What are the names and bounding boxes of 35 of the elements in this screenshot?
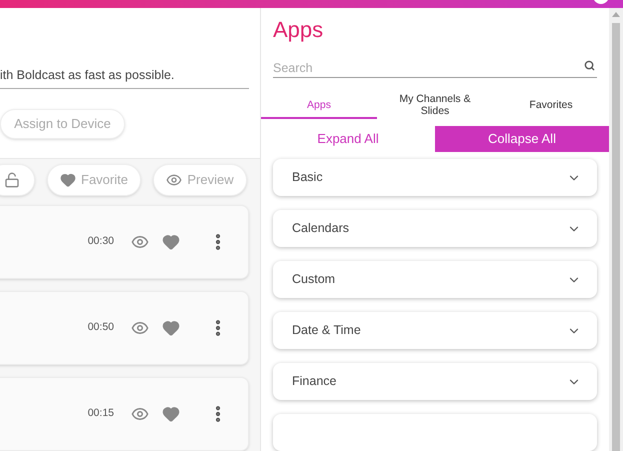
search-icon bbox=[584, 60, 595, 71]
duration-text: 00:15 bbox=[88, 406, 114, 422]
search-field[interactable]: Search bbox=[273, 59, 597, 78]
lock-button[interactable] bbox=[0, 164, 35, 196]
favorite-icon[interactable] bbox=[162, 233, 180, 251]
slide-card[interactable]: 00:15 bbox=[0, 377, 249, 451]
category-item[interactable]: Custom bbox=[273, 261, 597, 298]
preview-icon[interactable] bbox=[131, 405, 149, 423]
category-item[interactable]: Finance bbox=[273, 363, 597, 400]
tab[interactable]: Apps bbox=[261, 93, 377, 119]
tab[interactable]: Favorites bbox=[493, 93, 609, 119]
slide-card[interactable]: 00:50 bbox=[0, 291, 249, 365]
eye-icon bbox=[166, 172, 182, 188]
category-label: Custom bbox=[292, 271, 336, 288]
category-item[interactable]: Date & Time bbox=[273, 312, 597, 349]
panel-title: Apps bbox=[273, 17, 324, 43]
duration-text: 00:50 bbox=[88, 320, 114, 336]
favorite-icon[interactable] bbox=[162, 405, 180, 423]
duration-text: 00:30 bbox=[88, 234, 114, 250]
category-item[interactable]: Calendars bbox=[273, 210, 597, 247]
slide-card[interactable]: 00:30 bbox=[0, 205, 249, 279]
heart-icon bbox=[60, 172, 76, 188]
collapse-toggle[interactable]: Collapse All bbox=[435, 126, 609, 152]
category-item[interactable]: Basic bbox=[273, 159, 597, 196]
padlock-icon bbox=[4, 172, 20, 188]
category-label: Calendars bbox=[292, 220, 349, 238]
category-label: Finance bbox=[292, 373, 336, 390]
category-label: Basic bbox=[292, 169, 323, 186]
description-field[interactable]: ith Boldcast as fast as possible. bbox=[0, 66, 249, 89]
preview-icon[interactable] bbox=[131, 319, 149, 337]
favorite-icon[interactable] bbox=[162, 319, 180, 337]
category-label: Date & Time bbox=[292, 322, 361, 340]
preview-icon[interactable] bbox=[131, 233, 149, 251]
tab[interactable]: My Channels & Slides bbox=[377, 93, 493, 119]
scrollbar[interactable] bbox=[609, 8, 623, 451]
